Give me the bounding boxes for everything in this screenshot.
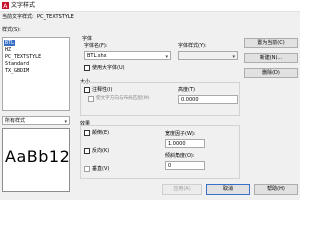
height-value: 0.0000 (181, 97, 199, 103)
match-layout-checkbox[interactable] (88, 96, 94, 102)
current-style-value: PC_TEXTSTYLE (37, 14, 74, 20)
list-item[interactable]: PC_TEXTSTYLE (5, 54, 41, 60)
font-name-label: 字体名(F): (84, 43, 108, 49)
font-style-dropdown[interactable]: ▾ (178, 51, 238, 60)
font-group-label: 字体 (82, 36, 93, 42)
current-style-label: 当前文字样式: (2, 14, 34, 20)
backwards-checkbox[interactable] (84, 148, 90, 154)
style-filter-dropdown[interactable]: 所有样式 ▾ (2, 116, 70, 125)
styles-label: 样式(S): (2, 27, 21, 33)
styles-list[interactable]: BTL HZ PC_TEXTSTYLE Standard TX_GBDIM (2, 37, 70, 111)
apply-button[interactable]: 应用(A) (162, 184, 202, 195)
text-style-dialog: A 文字样式 当前文字样式: PC_TEXTSTYLE 样式(S): BTL H… (0, 0, 300, 200)
upside-down-label: 颠倒(E) (92, 130, 110, 136)
match-layout-label: 使文字方向与布局匹配(M) (96, 96, 150, 101)
set-current-button[interactable]: 置为当前(C) (244, 38, 298, 48)
list-item[interactable]: BTL (4, 40, 16, 46)
font-name-value: BTL.shx (87, 53, 107, 59)
backwards-label: 反向(K) (92, 148, 110, 154)
help-button[interactable]: 帮助(H) (254, 184, 298, 195)
annotative-label: 注释性(I) (92, 87, 113, 93)
list-item[interactable]: HZ (5, 47, 11, 53)
list-item[interactable]: TX_GBDIM (5, 68, 29, 74)
chevron-down-icon: ▾ (232, 54, 235, 60)
oblique-angle-field[interactable]: 0 (165, 161, 205, 170)
delete-style-button[interactable]: 删除(D) (244, 68, 298, 78)
height-field[interactable]: 0.0000 (178, 95, 238, 104)
upside-down-checkbox[interactable] (84, 130, 90, 136)
title-bar[interactable]: A 文字样式 (0, 0, 300, 12)
width-factor-label: 宽度因子(W): (165, 131, 196, 137)
list-item[interactable]: Standard (5, 61, 29, 67)
height-label: 高度(T) (178, 87, 195, 93)
width-factor-field[interactable]: 1.0000 (165, 139, 205, 148)
width-factor-value: 1.0000 (168, 141, 186, 147)
vertical-label: 垂直(V) (92, 166, 110, 172)
window-title: 文字样式 (11, 2, 36, 9)
preview-text: AaBb12 (5, 147, 71, 166)
new-style-button[interactable]: 新建(N)... (244, 53, 298, 63)
font-style-label: 字体样式(Y): (178, 43, 207, 49)
cancel-button[interactable]: 取消 (206, 184, 250, 195)
use-big-font-checkbox[interactable] (84, 65, 90, 71)
oblique-angle-label: 倾斜角度(O): (165, 153, 195, 159)
oblique-angle-value: 0 (168, 163, 172, 169)
annotative-checkbox[interactable] (84, 87, 90, 93)
chevron-down-icon: ▾ (64, 119, 67, 125)
style-preview: AaBb12 (2, 128, 70, 192)
vertical-checkbox[interactable] (84, 166, 90, 172)
font-name-dropdown[interactable]: BTL.shx ▾ (84, 51, 171, 60)
text-style-app-icon: A (2, 2, 9, 9)
use-big-font-label: 使用大字体(U) (92, 65, 125, 71)
style-filter-value: 所有样式 (5, 118, 26, 124)
chevron-down-icon: ▾ (165, 54, 168, 60)
